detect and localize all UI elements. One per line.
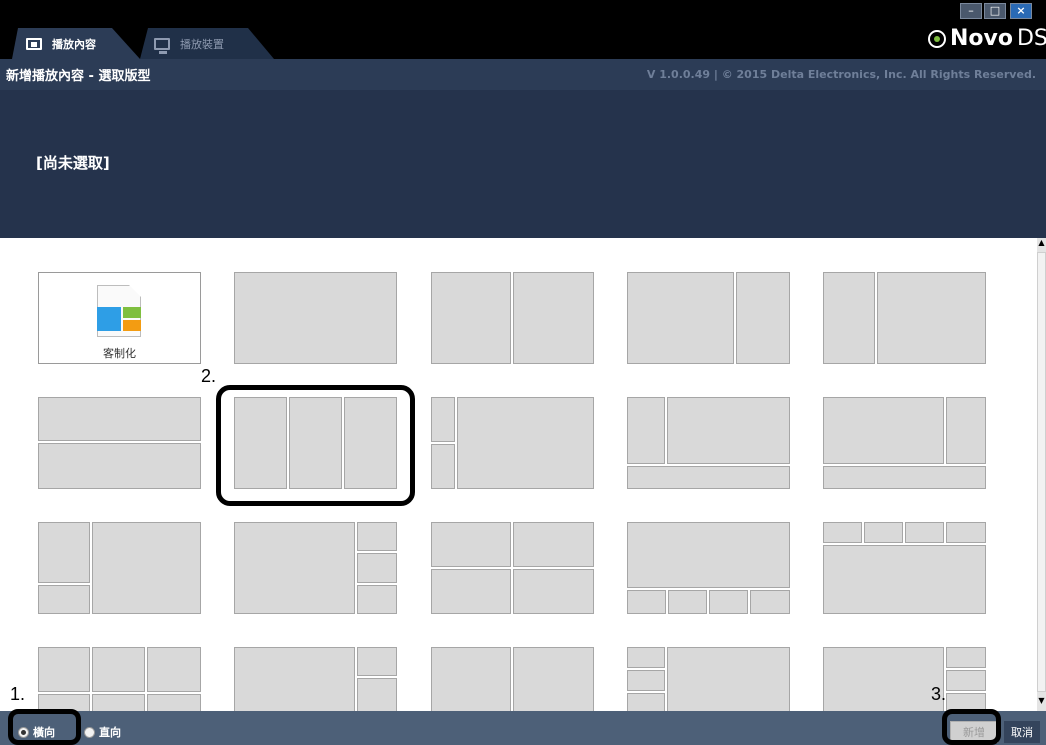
cancel-button[interactable]: 取消	[1004, 721, 1040, 743]
copyright-text: V 1.0.0.49 | © 2015 Delta Electronics, I…	[646, 68, 1036, 81]
close-button[interactable]: ×	[1010, 3, 1032, 19]
page-title: 新增播放內容 - 選取版型	[6, 69, 151, 84]
layout-left-stack-main[interactable]	[431, 397, 594, 489]
layout-wide-left-narrow-right[interactable]	[627, 272, 790, 364]
portrait-label: 直向	[99, 726, 121, 739]
annotation-step-1: 1.	[10, 684, 26, 704]
minimize-button[interactable]: –	[960, 3, 982, 19]
layout-main-bottom4[interactable]	[627, 522, 790, 614]
radio-unchecked-icon	[84, 726, 95, 738]
annotation-highlight-orientation	[8, 709, 81, 745]
layout-single[interactable]	[234, 272, 397, 364]
layout-left-stack3-main[interactable]	[627, 647, 790, 711]
layout-two-columns[interactable]	[431, 272, 594, 364]
footer-bar: 橫向 直向 新增 取消	[0, 711, 1046, 745]
layout-four-quadrants[interactable]	[431, 522, 594, 614]
scroll-up-arrow-icon[interactable]: ▲	[1037, 238, 1046, 250]
novods-logo: Novo DS	[928, 26, 1046, 51]
layout-main-right-stack-bottom[interactable]	[823, 397, 986, 489]
maximize-button[interactable]: □	[984, 3, 1006, 19]
annotation-step-2: 2.	[201, 366, 217, 386]
layout-main-right-stack2[interactable]	[234, 647, 397, 711]
layout-six-grid[interactable]	[38, 647, 201, 711]
layout-grid-scrollbar[interactable]: ▲ ▼	[1037, 238, 1046, 711]
orientation-portrait-radio[interactable]: 直向	[84, 724, 121, 740]
tab-device[interactable]: 播放裝置	[140, 28, 274, 59]
layout-narrow-left-wide-right[interactable]	[823, 272, 986, 364]
selection-banner: [尚未選取]	[0, 90, 1046, 238]
layout-grid: 客制化	[0, 238, 1037, 711]
custom-layout-icon	[97, 285, 141, 337]
layout-main-right-stack3[interactable]	[234, 522, 397, 614]
layout-top4-main[interactable]	[823, 522, 986, 614]
title-bar: 播放內容 播放裝置 – □ × Novo DS	[0, 0, 1046, 59]
layout-custom[interactable]: 客制化	[38, 272, 201, 364]
logo-text-light: DS	[1016, 26, 1046, 51]
selected-layout-text: [尚未選取]	[36, 154, 110, 172]
scroll-thumb[interactable]	[1037, 252, 1046, 692]
layout-left-split-main[interactable]	[38, 522, 201, 614]
tab-content-label: 播放內容	[52, 37, 96, 51]
annotation-highlight-add	[942, 709, 1001, 745]
device-icon	[154, 37, 170, 54]
logo-text-bold: Novo	[950, 26, 1013, 51]
tab-content[interactable]: 播放內容	[12, 28, 140, 59]
novods-app-window: 播放內容 播放裝置 – □ × Novo DS 新增播放內容 - 選取版型 V 1…	[0, 0, 1046, 745]
tab-device-label: 播放裝置	[180, 37, 224, 51]
layout-main-right-stack3-b[interactable]	[823, 647, 986, 711]
page-header: 新增播放內容 - 選取版型 V 1.0.0.49 | © 2015 Delta …	[0, 59, 1046, 90]
scroll-down-arrow-icon[interactable]: ▼	[1037, 696, 1046, 708]
annotation-highlight-layout	[216, 385, 415, 506]
layout-two-rows[interactable]	[38, 397, 201, 489]
layout-two-columns-b[interactable]	[431, 647, 594, 711]
content-icon	[26, 37, 42, 50]
layout-left-stack-bottom-main[interactable]	[627, 397, 790, 489]
annotation-step-3: 3.	[931, 684, 947, 704]
custom-layout-label: 客制化	[103, 347, 136, 360]
novods-logo-icon	[928, 29, 946, 48]
